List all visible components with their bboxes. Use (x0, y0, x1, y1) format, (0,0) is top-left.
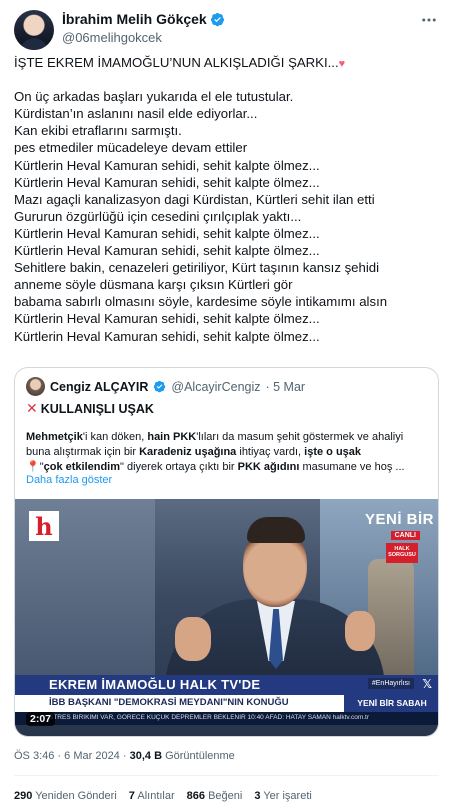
live-badge: CANLI (390, 531, 420, 540)
ticker-text: STRES BIRIKIMI VAR, GORECE KUÇUK DEPREML… (49, 714, 370, 721)
author-handle[interactable]: @06melihgokcek (62, 30, 225, 45)
engagement-stats: 290 Yeniden Gönderi 7 Alıntılar 866 Beğe… (14, 790, 312, 802)
tweet-line: Kürtlerin Heval Kamuran sehidi, sehit ka… (14, 311, 320, 327)
more-options-icon[interactable] (419, 10, 439, 30)
quoted-title-line: ✕ KULLANIŞLI UŞAK (26, 400, 154, 417)
show-name-badge: YENİ BİR SABAH (344, 695, 438, 712)
lower-third-subtitle: İBB BAŞKANI "DEMOKRASİ MEYDANI"NIN KONUĞ… (49, 697, 289, 708)
tweet-text: İŞTE EKREM İMAMOĞLU’NUN ALKIŞLADIĞI ŞARK… (14, 54, 439, 345)
quoted-avatar (26, 377, 45, 396)
x-logo-icon: 𝕏 (422, 677, 432, 691)
tweet-line: Kürtlerin Heval Kamuran sehidi, sehit ka… (14, 157, 320, 173)
video-player[interactable]: h YENİ BİR CANLI HALK SORGUSU EKREM İMAM… (15, 499, 438, 736)
quoted-text-line: Mehmetçik'i kan döken, hain PKK'lıları d… (26, 431, 404, 443)
likes-label: Beğeni (208, 790, 243, 802)
quotes-count: 7 (128, 790, 135, 802)
tweet-line: Kürtlerin Heval Kamuran sehidi, sehit ka… (14, 243, 320, 259)
program-brand: YENİ BİR (364, 511, 434, 528)
tweet-headline-line: İŞTE EKREM İMAMOĞLU’NUN ALKIŞLADIĞI ŞARK… (14, 54, 439, 71)
tweet-line: Sehitlere bakin, cenazeleri getiriliyor,… (14, 260, 380, 276)
lower-third-title: EKREM İMAMOĞLU HALK TV'DE (49, 677, 261, 692)
bookmarks-label: Yer işareti (263, 790, 312, 802)
retweets-stat[interactable]: 290 Yeniden Gönderi (14, 790, 117, 802)
retweets-count: 290 (14, 790, 33, 802)
tweet-line: Kürtlerin Heval Kamuran sehidi, sehit ka… (14, 328, 320, 344)
views-label: Görüntülenme (165, 750, 235, 762)
program-badge: HALK SORGUSU (386, 543, 418, 563)
tweet-line: Kürtlerin Heval Kamuran sehidi, sehit ka… (14, 225, 320, 241)
quoted-title: KULLANIŞLI UŞAK (40, 401, 154, 416)
tweet-line: Kürdistan’ın aslanını nasil elde ediyorl… (14, 106, 258, 122)
tweet-line: Mazı agaçli kanalizasyon dagi Kürdistan,… (14, 191, 375, 207)
quoted-text: Mehmetçik'i kan döken, hain PKK'lıları d… (26, 430, 431, 475)
tweet-line: anneme söyle düsmana karşı çıksın Kürtle… (14, 277, 293, 293)
tweet-meta: ÖS 3:46 · 6 Mar 2024 · 30,4 B Görüntülen… (14, 750, 235, 762)
tweet-headline: İŞTE EKREM İMAMOĞLU’NUN ALKIŞLADIĞI ŞARK… (14, 55, 339, 70)
tweet-line: On üç arkadas başları yukarıda el ele tu… (14, 89, 294, 105)
author-name[interactable]: İbrahim Melih Gökçek (62, 11, 225, 27)
tweet-date[interactable]: 6 Mar 2024 (64, 750, 120, 762)
channel-logo: h (29, 511, 59, 541)
quoted-text-line: buna alıştırmak için bir Karadeniz uşağı… (26, 446, 362, 458)
author-avatar[interactable] (14, 10, 54, 50)
hashtag-badge: #EnHayırlısı (367, 678, 414, 689)
quoted-author: Cengiz ALÇAYIR @AlcayirCengiz · 5 Mar (26, 377, 305, 396)
retweets-label: Yeniden Gönderi (35, 790, 117, 802)
quoted-text-line: 📍"çok etkilendim" diyerek ortaya çıktı b… (26, 461, 405, 473)
news-ticker: STRES BIRIKIMI VAR, GORECE KUÇUK DEPREML… (15, 712, 438, 725)
heart-emoji-icon: ♥ (338, 58, 346, 70)
views-count: 30,4 B (129, 750, 163, 762)
bookmarks-stat[interactable]: 3 Yer işareti (254, 790, 312, 802)
author-name-text[interactable]: İbrahim Melih Gökçek (62, 11, 207, 27)
quotes-label: Alıntılar (137, 790, 175, 802)
divider (14, 775, 439, 776)
author-block: İbrahim Melih Gökçek @06melihgokcek (62, 11, 225, 45)
quoted-handle: @AlcayirCengiz (171, 379, 261, 394)
video-duration: 2:07 (26, 712, 56, 726)
tweet-line: pes etmediler mücadeleye devam ettiler (14, 140, 248, 156)
lower-third-title-bar: EKREM İMAMOĞLU HALK TV'DE #EnHayırlısı 𝕏 (15, 675, 438, 695)
tweet-line: Kürtlerin Heval Kamuran sehidi, sehit ka… (14, 174, 320, 190)
quoted-name: Cengiz ALÇAYIR (50, 379, 149, 394)
tweet-line: babama sabırlı olmasını söyle, kardesime… (14, 294, 388, 310)
bookmarks-count: 3 (254, 790, 261, 802)
verified-icon (210, 12, 224, 26)
verified-icon (154, 380, 166, 393)
show-more-link[interactable]: Daha fazla göster (26, 474, 112, 486)
tweet-line: Gururun özgürlüğü için cesedini çırılçıp… (14, 208, 302, 224)
tweet: İbrahim Melih Gökçek @06melihgokcek İŞTE… (0, 0, 451, 810)
likes-count: 866 (186, 790, 206, 802)
likes-stat[interactable]: 866 Beğeni (187, 790, 243, 802)
tweet-line: Kan ekibi etraflarını sarmıştı. (14, 123, 182, 139)
quotes-stat[interactable]: 7 Alıntılar (129, 790, 175, 802)
quoted-tweet[interactable]: Cengiz ALÇAYIR @AlcayirCengiz · 5 Mar ✕ … (14, 367, 439, 737)
cross-mark-icon: ✕ (26, 400, 38, 416)
tweet-time[interactable]: ÖS 3:46 (14, 750, 54, 762)
quoted-date: · 5 Mar (265, 379, 306, 394)
